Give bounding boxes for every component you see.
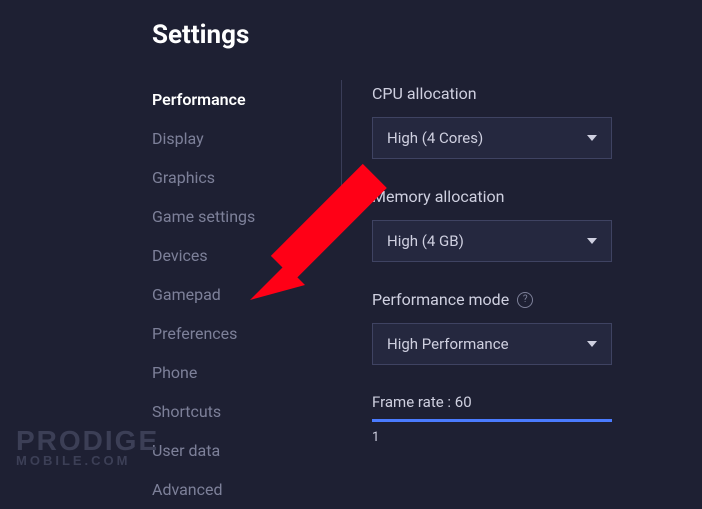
memory-allocation-label: Memory allocation (372, 187, 662, 206)
sidebar-item-gamepad[interactable]: Gamepad (152, 275, 312, 314)
frame-rate-tick-min: 1 (372, 430, 662, 445)
performance-mode-label-text: Performance mode (372, 290, 509, 309)
memory-allocation-select[interactable]: High (4 GB) (372, 220, 612, 262)
settings-panel: CPU allocation High (4 Cores) Memory all… (372, 80, 662, 509)
sidebar-item-performance[interactable]: Performance (152, 80, 312, 119)
performance-mode-select[interactable]: High Performance (372, 323, 612, 365)
sidebar-item-advanced[interactable]: Advanced (152, 470, 312, 509)
sidebar-item-preferences[interactable]: Preferences (152, 314, 312, 353)
sidebar-item-graphics[interactable]: Graphics (152, 158, 312, 197)
chevron-down-icon (587, 341, 597, 347)
memory-allocation-value: High (4 GB) (387, 232, 464, 250)
sidebar-item-devices[interactable]: Devices (152, 236, 312, 275)
page-title: Settings (152, 20, 662, 50)
cpu-allocation-select[interactable]: High (4 Cores) (372, 117, 612, 159)
performance-mode-value: High Performance (387, 335, 509, 353)
help-icon[interactable]: ? (517, 292, 533, 308)
chevron-down-icon (587, 135, 597, 141)
sidebar-item-phone[interactable]: Phone (152, 353, 312, 392)
settings-sidebar: Performance Display Graphics Game settin… (152, 80, 312, 509)
chevron-down-icon (587, 238, 597, 244)
performance-mode-label: Performance mode ? (372, 290, 662, 309)
sidebar-item-user-data[interactable]: User data (152, 431, 312, 470)
cpu-allocation-value: High (4 Cores) (387, 129, 483, 147)
sidebar-item-shortcuts[interactable]: Shortcuts (152, 392, 312, 431)
frame-rate-label[interactable]: Frame rate : 60 (372, 393, 612, 422)
sidebar-item-game-settings[interactable]: Game settings (152, 197, 312, 236)
sidebar-item-display[interactable]: Display (152, 119, 312, 158)
cpu-allocation-label: CPU allocation (372, 84, 662, 103)
watermark: PRODIGE MOBILE.COM (16, 425, 159, 468)
